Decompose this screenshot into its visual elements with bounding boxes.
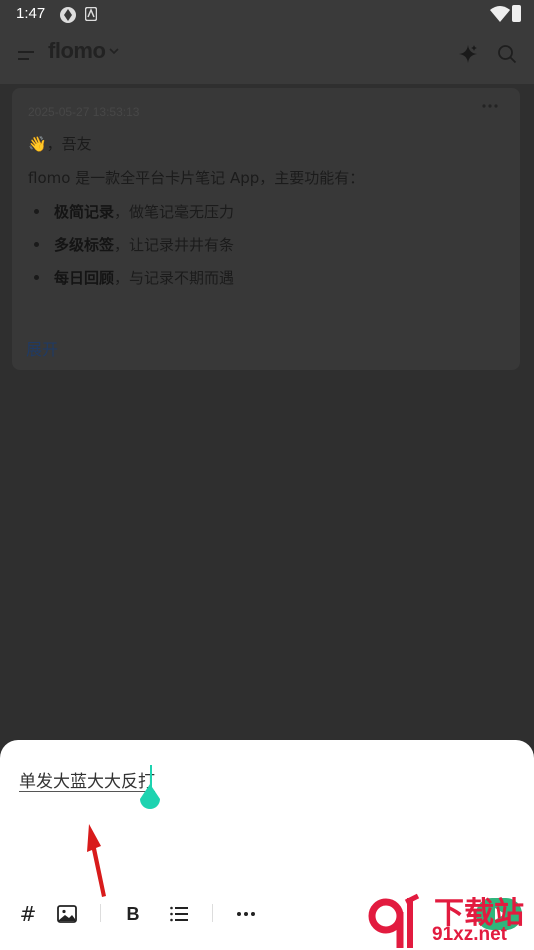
- feature-item: 多级标签，让记录井井有条: [54, 234, 234, 255]
- bold-button[interactable]: B: [123, 903, 143, 925]
- battery-icon: [512, 5, 521, 22]
- editor-input[interactable]: 单发大蓝大大反打: [19, 767, 155, 792]
- annotation-arrow-icon: [87, 824, 106, 897]
- expand-link[interactable]: 展开: [26, 336, 58, 360]
- status-time: 1:47: [16, 5, 46, 22]
- bullet-dot: [34, 242, 39, 247]
- toolbar-divider: [100, 904, 101, 922]
- search-icon[interactable]: [496, 43, 518, 65]
- watermark-url: 91xz.net: [432, 924, 507, 945]
- notification-app-icon: [85, 7, 97, 21]
- wifi-icon: [490, 6, 510, 22]
- feature-item: 每日回顾，与记录不期而遇: [54, 267, 234, 288]
- feature-title: 极简记录: [54, 203, 115, 221]
- image-icon[interactable]: [56, 903, 78, 925]
- watermark-logo-icon: [368, 893, 420, 948]
- memo-card[interactable]: 2025-05-27 13:53:13 👋，吾友 flomo 是一款全平台卡片笔…: [12, 88, 520, 370]
- tag-button[interactable]: #: [16, 902, 40, 926]
- bullet-dot: [34, 275, 39, 280]
- list-icon[interactable]: [168, 903, 190, 925]
- feature-title: 多级标签: [54, 236, 115, 254]
- status-bar: 1:47: [0, 0, 534, 30]
- app-title[interactable]: flomo: [48, 38, 106, 64]
- feature-desc: ，与记录不期而遇: [114, 269, 235, 287]
- memo-date: 2025-05-27 13:53:13: [28, 105, 140, 119]
- more-icon[interactable]: [235, 903, 257, 925]
- feature-title: 每日回顾: [54, 269, 115, 287]
- app-header: flomo: [0, 30, 534, 84]
- watermark: 下载站 91xz.net: [366, 886, 534, 950]
- feature-desc: ，让记录井井有条: [114, 236, 235, 254]
- sparkle-icon[interactable]: [457, 43, 479, 65]
- feature-item: 极简记录，做笔记毫无压力: [54, 201, 234, 222]
- bullet-dot: [34, 209, 39, 214]
- toolbar-divider: [212, 904, 213, 922]
- chevron-down-icon[interactable]: [108, 46, 120, 56]
- memo-greeting: 👋，吾友: [28, 135, 92, 153]
- memo-intro: flomo 是一款全平台卡片笔记 App，主要功能有：: [28, 169, 365, 187]
- menu-icon[interactable]: [16, 46, 38, 66]
- sync-status-icon: [60, 7, 76, 23]
- more-options-icon[interactable]: [480, 98, 500, 114]
- feature-desc: ，做笔记毫无压力: [114, 203, 235, 221]
- cursor-handle[interactable]: [138, 784, 162, 814]
